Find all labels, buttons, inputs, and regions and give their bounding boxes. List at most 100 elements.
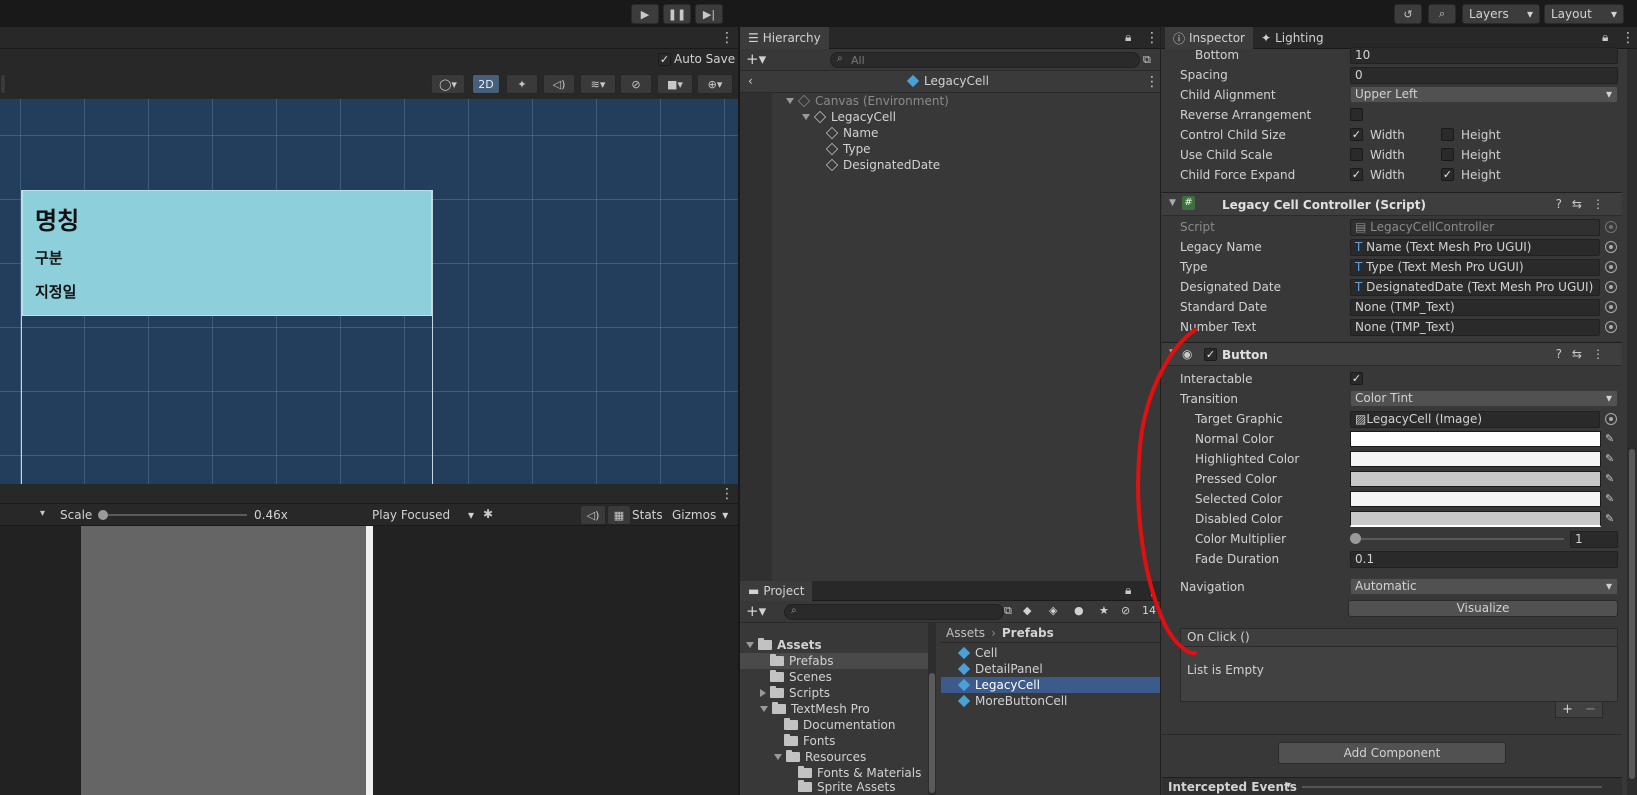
bottom-field[interactable]: 10 [1350, 47, 1618, 64]
highlighted-color-swatch[interactable] [1350, 451, 1601, 467]
hierarchy-search-input[interactable]: ⌕ All [830, 52, 1140, 68]
grid-button[interactable]: ▦ [607, 505, 631, 525]
effects-button[interactable]: ≋▾ [580, 74, 616, 94]
favorite-star-icon[interactable]: ★ [1099, 604, 1109, 617]
game-viewport[interactable] [0, 526, 738, 795]
legacy-name-field[interactable]: T Name (Text Mesh Pro UGUI) [1350, 239, 1600, 256]
more-icon[interactable]: ⋮ [1145, 75, 1159, 89]
designated-date-field[interactable]: T DesignatedDate (Text Mesh Pro UGUI) [1350, 279, 1600, 296]
layout-dropdown[interactable]: Layout ▾ [1544, 4, 1624, 24]
visibility-button[interactable]: ⊘ [620, 74, 652, 94]
draw-mode-button[interactable]: ◯▾ [431, 74, 465, 94]
expand-width-checkbox[interactable]: ✓ [1350, 168, 1363, 181]
folder-fonts-materials[interactable]: Fonts & Materials [798, 765, 921, 781]
more-icon[interactable]: ⋮ [1621, 31, 1635, 45]
interactable-checkbox[interactable]: ✓ [1350, 372, 1363, 385]
add-event-icon[interactable]: + [1562, 702, 1573, 717]
eyedropper-icon[interactable]: ✎ [1605, 432, 1614, 445]
eyedropper-icon[interactable]: ✎ [1605, 492, 1614, 505]
inspector-scrollbar-thumb[interactable] [1629, 449, 1635, 779]
number-text-field[interactable]: None (TMP_Text) [1350, 319, 1600, 336]
scene-search-icon[interactable]: ⧉ [1143, 53, 1151, 67]
folder-fonts[interactable]: Fonts [784, 733, 835, 749]
tab-project[interactable]: ▬ Project [740, 581, 813, 601]
foldout-icon[interactable]: ▼ [1169, 198, 1176, 208]
search-scope-icon[interactable]: ⧉ [1004, 604, 1012, 618]
file-morebuttoncell[interactable]: MoreButtonCell [957, 693, 1067, 709]
reverse-arrangement-checkbox[interactable] [1350, 108, 1363, 121]
button-enabled-checkbox[interactable]: ✓ [1204, 348, 1217, 361]
child-alignment-dropdown[interactable]: Upper Left ▾ [1350, 86, 1618, 103]
pause-button[interactable]: ❚❚ [663, 4, 691, 24]
folder-sprite-assets[interactable]: Sprite Assets [798, 780, 895, 794]
type-field[interactable]: T Type (Text Mesh Pro UGUI) [1350, 259, 1600, 276]
bug-icon[interactable]: ✱ [483, 507, 493, 521]
lock-icon[interactable]: 🔒︎ [1602, 30, 1608, 45]
audio-toggle-button[interactable]: ◁) [543, 74, 575, 94]
camera-button[interactable]: ■▾ [657, 74, 693, 94]
intercepted-events-bar[interactable]: Intercepted Events ▾ [1162, 777, 1622, 795]
gizmos-toggle-button[interactable]: ⊕▾ [697, 74, 733, 94]
folder-resources[interactable]: Resources [774, 749, 866, 765]
transition-dropdown[interactable]: Color Tint ▾ [1350, 390, 1618, 407]
expand-height-checkbox[interactable]: ✓ [1441, 168, 1454, 181]
back-chevron-icon[interactable]: ‹ [748, 74, 753, 88]
hierarchy-item-designateddate[interactable]: DesignatedDate [825, 157, 940, 173]
step-button[interactable]: ▶| [695, 4, 723, 24]
tab-lighting[interactable]: ✦ Lighting [1261, 31, 1324, 45]
file-cell[interactable]: Cell [957, 645, 997, 661]
file-legacycell[interactable]: LegacyCell [957, 677, 1040, 693]
selected-color-swatch[interactable] [1350, 491, 1601, 507]
standard-date-field[interactable]: None (TMP_Text) [1350, 299, 1600, 316]
more-icon[interactable]: ⋮ [720, 31, 734, 45]
multiplier-slider-thumb[interactable] [1350, 533, 1361, 544]
legacy-cell-preview[interactable]: 명칭 구분 지정일 [22, 190, 432, 316]
scale-slider-track[interactable] [102, 514, 247, 516]
play-button[interactable]: ▶ [631, 4, 659, 24]
color-multiplier-field[interactable]: 1 [1570, 531, 1618, 548]
object-picker-icon[interactable] [1605, 281, 1617, 293]
target-graphic-field[interactable]: ▨LegacyCell (Image) [1350, 411, 1600, 428]
remove-event-icon[interactable]: − [1585, 702, 1596, 717]
stats-button[interactable]: Stats [632, 508, 663, 522]
folder-assets[interactable]: Assets [746, 637, 822, 653]
breadcrumb-assets[interactable]: Assets [946, 626, 985, 640]
lighting-toggle-button[interactable]: ✦ [506, 74, 538, 94]
spacing-field[interactable]: 0 [1350, 67, 1618, 84]
project-search-input[interactable]: ⌕ [784, 604, 1004, 620]
tree-scrollbar[interactable] [928, 623, 936, 795]
object-picker-icon[interactable] [1605, 261, 1617, 273]
hierarchy-item-canvas[interactable]: Canvas (Environment) [786, 93, 949, 109]
folder-documentation[interactable]: Documentation [784, 717, 896, 733]
file-detailpanel[interactable]: DetailPanel [957, 661, 1043, 677]
object-picker-icon[interactable] [1605, 321, 1617, 333]
navigation-dropdown[interactable]: Automatic ▾ [1350, 578, 1618, 595]
breadcrumb-prefabs[interactable]: Prefabs [1002, 626, 1054, 640]
component-header-icons[interactable]: ?⇆⋮ [1556, 197, 1614, 211]
toggle-2d-button[interactable]: 2D [472, 74, 500, 94]
more-icon[interactable]: ⋮ [1145, 31, 1159, 45]
eyedropper-icon[interactable]: ✎ [1605, 512, 1614, 525]
add-icon[interactable]: +▾ [746, 50, 766, 68]
eyedropper-icon[interactable]: ✎ [1605, 452, 1614, 465]
object-picker-icon[interactable] [1605, 241, 1617, 253]
folder-scenes[interactable]: Scenes [770, 669, 832, 685]
hidden-packages-icon[interactable]: ⊘ [1121, 604, 1130, 617]
label-tag-icon[interactable]: ◈ [1049, 604, 1057, 617]
splitter-handle[interactable] [1302, 786, 1602, 788]
folder-textmeshpro[interactable]: TextMesh Pro [760, 701, 870, 717]
visualize-button[interactable]: Visualize [1348, 600, 1618, 617]
object-picker-icon[interactable] [1605, 301, 1617, 313]
add-icon[interactable]: +▾ [746, 602, 766, 620]
log-icon[interactable]: ● [1074, 604, 1084, 617]
control-width-checkbox[interactable]: ✓ [1350, 128, 1363, 141]
folder-scripts[interactable]: Scripts [760, 685, 830, 701]
inspector-scrollbar[interactable] [1627, 49, 1637, 795]
auto-save-checkbox[interactable]: ✓ [658, 53, 671, 66]
tab-hierarchy[interactable]: ☰ Hierarchy [740, 27, 829, 49]
scene-canvas[interactable]: 명칭 구분 지정일 [0, 99, 738, 490]
legacy-cell-controller-header[interactable]: ▼ # Legacy Cell Controller (Script) ?⇆⋮ [1162, 192, 1622, 216]
more-icon[interactable]: ⋮ [720, 487, 734, 501]
layers-dropdown[interactable]: Layers ▾ [1462, 4, 1540, 24]
pressed-color-swatch[interactable] [1350, 471, 1601, 487]
